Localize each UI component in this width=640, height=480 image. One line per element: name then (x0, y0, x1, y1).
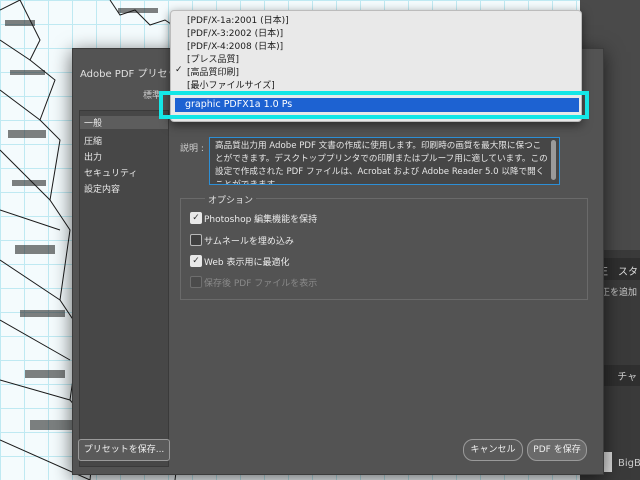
layer-name[interactable]: BigBe (618, 458, 640, 469)
checkbox-checked-icon[interactable]: ✓ (190, 212, 202, 224)
dropdown-item[interactable]: [PDF/X-1a:2001 (日本)] (187, 13, 289, 26)
dropdown-item[interactable]: [プレス品質] (187, 52, 239, 65)
sidebar-item-security[interactable]: セキュリティ (84, 166, 137, 179)
dropdown-item[interactable]: [高品質印刷] (187, 65, 239, 78)
save-preset-button[interactable]: プリセットを保存... (78, 439, 170, 461)
dropdown-item[interactable]: [最小ファイルサイズ] (187, 78, 275, 91)
option-label: 保存後 PDF ファイルを表示 (204, 279, 318, 289)
option-label: Photoshop 編集機能を保持 (204, 215, 318, 225)
save-pdf-button[interactable]: PDF を保存 (527, 439, 587, 461)
sidebar-item-general[interactable]: 一般 (80, 116, 168, 129)
settings-sidebar: 一般 圧縮 出力 セキュリティ 設定内容 (79, 110, 169, 467)
annotation-highlight-box (159, 91, 589, 119)
sidebar-item-summary[interactable]: 設定内容 (84, 182, 120, 195)
sidebar-item-compression[interactable]: 圧縮 (84, 134, 102, 147)
options-legend: オプション (205, 193, 257, 206)
checkbox-unchecked-icon[interactable] (190, 234, 202, 246)
option-label: サムネールを埋め込み (204, 237, 294, 247)
sidebar-item-output[interactable]: 出力 (84, 150, 102, 163)
option-label: Web 表示用に最適化 (204, 258, 290, 268)
description-textbox[interactable]: 高品質出力用 Adobe PDF 文書の作成に使用します。印刷時の画質を最大限に… (209, 137, 560, 185)
cancel-button[interactable]: キャンセル (463, 439, 523, 461)
checkbox-checked-icon[interactable]: ✓ (190, 255, 202, 267)
tab-styles[interactable]: スタ (618, 263, 638, 278)
tab-channels[interactable]: チャ (617, 372, 637, 383)
checkbox-disabled-icon (190, 276, 202, 288)
dropdown-item[interactable]: [PDF/X-3:2002 (日本)] (187, 26, 283, 39)
dropdown-item[interactable]: [PDF/X-4:2008 (日本)] (187, 39, 283, 52)
checkmark-icon: ✓ (175, 65, 183, 75)
description-scrollbar[interactable] (551, 140, 556, 180)
description-label: 説明 : (180, 144, 204, 154)
